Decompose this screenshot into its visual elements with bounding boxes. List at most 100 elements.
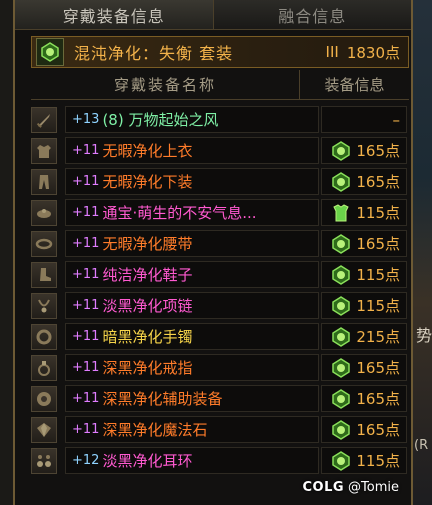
equipment-name-cell[interactable]: +11 深黑净化辅助装备 [65, 385, 319, 412]
equipment-row[interactable]: +13 (8) 万物起始之风 – [31, 104, 409, 135]
background-text: 势 [416, 326, 432, 345]
equipment-name-cell[interactable]: +11 暗黑净化手镯 [65, 323, 319, 350]
background-text: (R [414, 438, 429, 453]
orb-icon[interactable] [31, 385, 57, 412]
gem-icon[interactable] [31, 416, 57, 443]
enhance-level: +11 [72, 329, 100, 344]
equipment-info-cell[interactable]: 165点 [321, 416, 407, 443]
earring-icon[interactable] [31, 447, 57, 474]
enhance-level: +11 [72, 298, 100, 313]
equipment-points: 165点 [356, 142, 400, 160]
fusion-emblem-icon [330, 450, 352, 472]
ring-icon[interactable] [31, 354, 57, 381]
enhance-level: +11 [72, 267, 100, 282]
enhance-level: +11 [72, 143, 100, 158]
enhance-level: +12 [72, 453, 100, 468]
fusion-emblem-icon [330, 295, 352, 317]
fusion-emblem-icon [330, 264, 352, 286]
belt-icon[interactable] [31, 230, 57, 257]
equipment-info-cell[interactable]: 165点 [321, 168, 407, 195]
equipment-row[interactable]: +11 淡黑净化项链 115点 [31, 290, 409, 321]
enhance-level: +11 [72, 360, 100, 375]
equipment-name: 淡黑净化项链 [102, 297, 193, 315]
enhance-level: +11 [72, 391, 100, 406]
equipment-row[interactable]: +11 通宝·萌生的不安气息... 115点 [31, 197, 409, 228]
enhance-level: +11 [72, 205, 100, 220]
equipment-info-cell[interactable]: 115点 [321, 292, 407, 319]
equipment-name-cell[interactable]: +11 无暇净化腰带 [65, 230, 319, 257]
equipment-name-cell[interactable]: +11 淡黑净化项链 [65, 292, 319, 319]
background-window-edge: 势 (R [412, 0, 432, 505]
table-header: 穿戴装备名称 装备信息 [31, 70, 409, 100]
equipment-name: 通宝·萌生的不安气息... [102, 204, 257, 222]
enhance-level: +11 [72, 422, 100, 437]
fusion-emblem-icon [330, 357, 352, 379]
equipment-name: 暗黑净化手镯 [102, 328, 193, 346]
equipment-name-cell[interactable]: +13 (8) 万物起始之风 [65, 106, 319, 133]
equipment-points: 115点 [356, 266, 400, 284]
equipment-row[interactable]: +11 深黑净化辅助装备 165点 [31, 383, 409, 414]
equipment-list: +13 (8) 万物起始之风 – +11 无暇净化上衣 165点 +11 无暇净化下装 165点… [31, 104, 409, 476]
equipment-points: 165点 [356, 173, 400, 191]
coat-icon[interactable] [31, 137, 57, 164]
enhance-level: +11 [72, 174, 100, 189]
bracelet-icon[interactable] [31, 323, 57, 350]
fusion-emblem-icon [330, 140, 352, 162]
set-name: 混沌净化：失衡 套装 [74, 44, 234, 63]
equipment-info-cell[interactable]: 115点 [321, 447, 407, 474]
boot-icon[interactable] [31, 261, 57, 288]
equipment-row[interactable]: +11 无暇净化腰带 165点 [31, 228, 409, 259]
equipment-row[interactable]: +11 深黑净化魔法石 165点 [31, 414, 409, 445]
equipment-name-cell[interactable]: +11 深黑净化魔法石 [65, 416, 319, 443]
equipment-info-cell[interactable]: – [321, 106, 407, 133]
equipment-name-cell[interactable]: +11 通宝·萌生的不安气息... [65, 199, 319, 226]
equipment-name-cell[interactable]: +11 深黑净化戒指 [65, 354, 319, 381]
pants-icon[interactable] [31, 168, 57, 195]
equipment-info-cell[interactable]: 115点 [321, 199, 407, 226]
equipment-points: 115点 [356, 452, 400, 470]
equipment-points: 115点 [356, 204, 400, 222]
shoulder-icon[interactable] [31, 199, 57, 226]
equipment-name: 深黑净化辅助装备 [102, 390, 223, 408]
tab-worn-equipment[interactable]: 穿戴装备信息 [15, 0, 213, 30]
equipment-row[interactable]: +11 无暇净化上衣 165点 [31, 135, 409, 166]
sword-icon[interactable] [31, 106, 57, 133]
set-rank: III [325, 43, 339, 61]
equipment-name-cell[interactable]: +11 纯洁净化鞋子 [65, 261, 319, 288]
column-header-name: 穿戴装备名称 [113, 76, 216, 94]
fusion-emblem-icon [330, 388, 352, 410]
fusion-armor-icon [330, 202, 352, 224]
equipment-points: 165点 [356, 421, 400, 439]
equipment-info-cell[interactable]: 165点 [321, 230, 407, 257]
equipment-row[interactable]: +11 暗黑净化手镯 215点 [31, 321, 409, 352]
watermark-logo: COLG [302, 480, 345, 495]
equipment-points: 165点 [356, 235, 400, 253]
equipment-name: 无暇净化下装 [102, 173, 193, 191]
set-summary-bar[interactable]: 混沌净化：失衡 套装 III 1830点 [31, 36, 409, 68]
equipment-info-cell[interactable]: 115点 [321, 261, 407, 288]
equipment-name: 深黑净化戒指 [102, 359, 193, 377]
set-emblem-icon [36, 38, 64, 66]
equipment-row[interactable]: +12 淡黑净化耳环 115点 [31, 445, 409, 476]
equipment-row[interactable]: +11 纯洁净化鞋子 115点 [31, 259, 409, 290]
tab-fusion-info[interactable]: 融合信息 [212, 0, 411, 30]
equipment-info-cell[interactable]: 165点 [321, 385, 407, 412]
fusion-emblem-icon [330, 326, 352, 348]
equipment-info-cell[interactable]: 165点 [321, 354, 407, 381]
equipment-name-cell[interactable]: +11 无暇净化下装 [65, 168, 319, 195]
equipment-row[interactable]: +11 无暇净化下装 165点 [31, 166, 409, 197]
equipment-row[interactable]: +11 深黑净化戒指 165点 [31, 352, 409, 383]
fusion-emblem-icon [330, 171, 352, 193]
equipment-info-cell[interactable]: 215点 [321, 323, 407, 350]
set-points: 1830点 [346, 43, 400, 62]
equipment-info-panel: 穿戴装备信息 融合信息 混沌净化：失衡 套装 III 1830点 穿戴装备名称 … [13, 0, 413, 505]
equipment-name-cell[interactable]: +11 无暇净化上衣 [65, 137, 319, 164]
equipment-points: 115点 [356, 297, 400, 315]
necklace-icon[interactable] [31, 292, 57, 319]
watermark: COLG @Tomie [302, 480, 399, 495]
equipment-info-cell[interactable]: 165点 [321, 137, 407, 164]
equipment-name: 无暇净化腰带 [102, 235, 193, 253]
equipment-points: 165点 [356, 390, 400, 408]
equipment-name: 纯洁净化鞋子 [102, 266, 193, 284]
equipment-name-cell[interactable]: +12 淡黑净化耳环 [65, 447, 319, 474]
